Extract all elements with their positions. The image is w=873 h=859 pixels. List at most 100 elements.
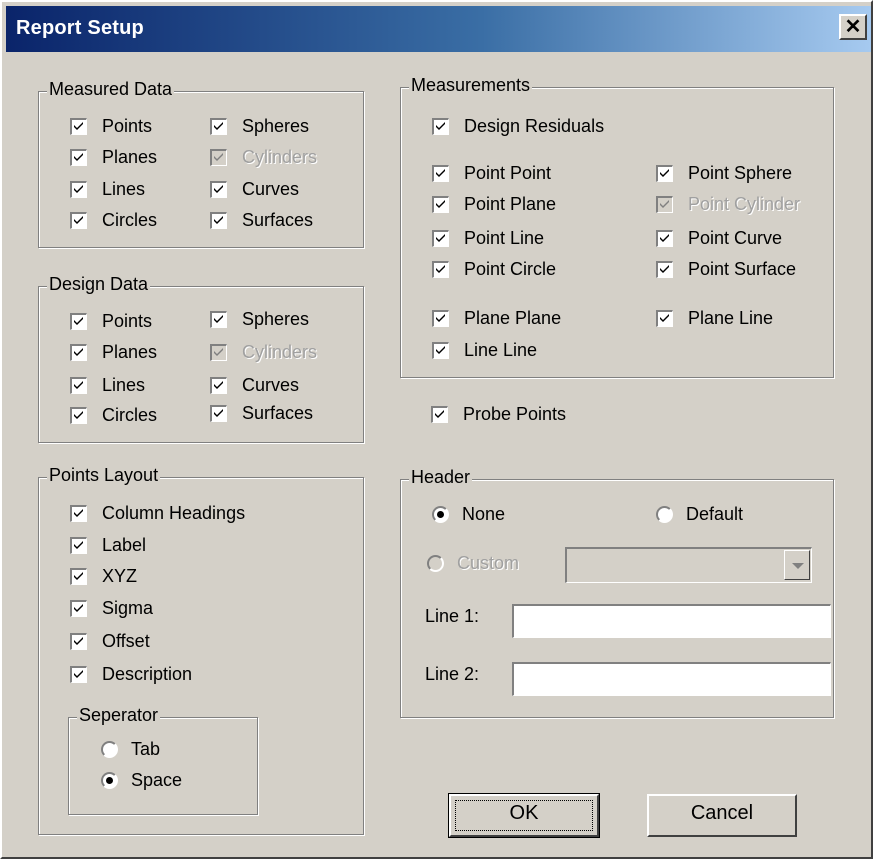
cancel-button[interactable]: Cancel — [647, 794, 797, 837]
checkbox-icon — [70, 118, 87, 135]
checkbox-icon — [210, 149, 227, 166]
line2-input[interactable] — [512, 662, 831, 696]
checkbox-icon — [210, 405, 227, 422]
point-point-checkbox[interactable]: Point Point — [432, 163, 551, 184]
checkbox-icon — [70, 666, 87, 683]
checkbox-icon — [656, 310, 673, 327]
measured-data-title: Measured Data — [47, 79, 175, 100]
report-setup-dialog: Report Setup ✕ Measured Data Points Sphe… — [0, 0, 873, 859]
checkbox-icon — [656, 196, 673, 213]
design-points-checkbox[interactable]: Points — [70, 311, 152, 332]
points-layout-group: Points Layout Column Headings Label XYZ … — [38, 465, 364, 835]
measured-spheres-checkbox[interactable]: Spheres — [210, 116, 309, 137]
separator-space-radio[interactable]: Space — [101, 770, 182, 791]
design-residuals-checkbox[interactable]: Design Residuals — [432, 116, 604, 137]
design-curves-checkbox[interactable]: Curves — [210, 375, 299, 396]
checkbox-icon — [70, 149, 87, 166]
ok-button[interactable]: OK — [448, 793, 600, 838]
checkbox-icon — [70, 407, 87, 424]
line-line-checkbox[interactable]: Line Line — [432, 340, 537, 361]
radio-selected-icon — [101, 772, 118, 789]
measurements-title: Measurements — [409, 75, 533, 96]
checkbox-icon — [70, 377, 87, 394]
design-data-title: Design Data — [47, 274, 151, 295]
design-cylinders-checkbox[interactable]: Cylinders — [210, 342, 317, 363]
measured-planes-checkbox[interactable]: Planes — [70, 147, 157, 168]
point-curve-checkbox[interactable]: Point Curve — [656, 228, 782, 249]
checkbox-icon — [432, 165, 449, 182]
checkbox-icon — [70, 505, 87, 522]
measured-lines-checkbox[interactable]: Lines — [70, 179, 145, 200]
chevron-down-icon[interactable] — [784, 550, 810, 580]
close-button[interactable]: ✕ — [839, 14, 867, 40]
point-sphere-checkbox[interactable]: Point Sphere — [656, 163, 792, 184]
measured-points-checkbox[interactable]: Points — [70, 116, 152, 137]
measured-curves-checkbox[interactable]: Curves — [210, 179, 299, 200]
point-cylinder-checkbox[interactable]: Point Cylinder — [656, 194, 800, 215]
line1-input[interactable] — [512, 604, 831, 638]
design-spheres-checkbox[interactable]: Spheres — [210, 309, 309, 330]
checkbox-icon — [656, 261, 673, 278]
measured-data-group: Measured Data Points Spheres Planes Cyli… — [38, 79, 364, 248]
design-planes-checkbox[interactable]: Planes — [70, 342, 157, 363]
close-icon: ✕ — [844, 16, 862, 38]
custom-header-dropdown[interactable] — [565, 547, 812, 583]
line1-label: Line 1: — [425, 606, 480, 626]
plane-line-checkbox[interactable]: Plane Line — [656, 308, 773, 329]
description-checkbox[interactable]: Description — [70, 664, 192, 685]
title-bar[interactable]: Report Setup ✕ — [6, 6, 871, 52]
checkbox-icon — [70, 344, 87, 361]
measured-circles-checkbox[interactable]: Circles — [70, 210, 157, 231]
checkbox-icon — [210, 118, 227, 135]
design-lines-checkbox[interactable]: Lines — [70, 375, 145, 396]
checkbox-icon — [432, 342, 449, 359]
checkbox-icon — [432, 310, 449, 327]
design-circles-checkbox[interactable]: Circles — [70, 405, 157, 426]
checkbox-icon — [70, 313, 87, 330]
radio-selected-icon — [432, 506, 449, 523]
radio-icon — [101, 741, 118, 758]
separator-tab-radio[interactable]: Tab — [101, 739, 160, 760]
checkbox-icon — [432, 261, 449, 278]
radio-icon — [427, 555, 444, 572]
measured-cylinders-checkbox[interactable]: Cylinders — [210, 147, 317, 168]
radio-icon — [656, 506, 673, 523]
checkbox-icon — [210, 181, 227, 198]
point-surface-checkbox[interactable]: Point Surface — [656, 259, 796, 280]
sigma-checkbox[interactable]: Sigma — [70, 598, 153, 619]
point-line-checkbox[interactable]: Point Line — [432, 228, 544, 249]
point-circle-checkbox[interactable]: Point Circle — [432, 259, 556, 280]
checkbox-icon — [656, 165, 673, 182]
checkbox-icon — [70, 181, 87, 198]
design-data-group: Design Data Points Spheres Planes Cylind… — [38, 274, 364, 443]
points-layout-title: Points Layout — [47, 465, 161, 486]
checkbox-icon — [431, 406, 448, 423]
checkbox-icon — [70, 212, 87, 229]
checkbox-icon — [210, 344, 227, 361]
label-checkbox[interactable]: Label — [70, 535, 146, 556]
checkbox-icon — [432, 118, 449, 135]
header-custom-radio[interactable]: Custom — [427, 553, 519, 574]
measured-surfaces-checkbox[interactable]: Surfaces — [210, 210, 313, 231]
header-none-radio[interactable]: None — [432, 504, 505, 525]
checkbox-icon — [70, 568, 87, 585]
window-title: Report Setup — [16, 17, 144, 39]
line2-label: Line 2: — [425, 664, 480, 684]
point-plane-checkbox[interactable]: Point Plane — [432, 194, 556, 215]
separator-title: Seperator — [77, 705, 161, 726]
column-headings-checkbox[interactable]: Column Headings — [70, 503, 245, 524]
header-group: Header None Default Custom Line 1: Line … — [400, 467, 834, 718]
plane-plane-checkbox[interactable]: Plane Plane — [432, 308, 561, 329]
header-default-radio[interactable]: Default — [656, 504, 743, 525]
measurements-group: Measurements Design Residuals Point Poin… — [400, 75, 834, 378]
offset-checkbox[interactable]: Offset — [70, 631, 150, 652]
separator-group: Seperator Tab Space — [68, 705, 258, 815]
checkbox-icon — [432, 196, 449, 213]
checkbox-icon — [210, 377, 227, 394]
checkbox-icon — [70, 537, 87, 554]
checkbox-icon — [210, 212, 227, 229]
design-surfaces-checkbox[interactable]: Surfaces — [210, 403, 313, 424]
probe-points-checkbox[interactable]: Probe Points — [431, 404, 566, 425]
checkbox-icon — [656, 230, 673, 247]
xyz-checkbox[interactable]: XYZ — [70, 566, 137, 587]
